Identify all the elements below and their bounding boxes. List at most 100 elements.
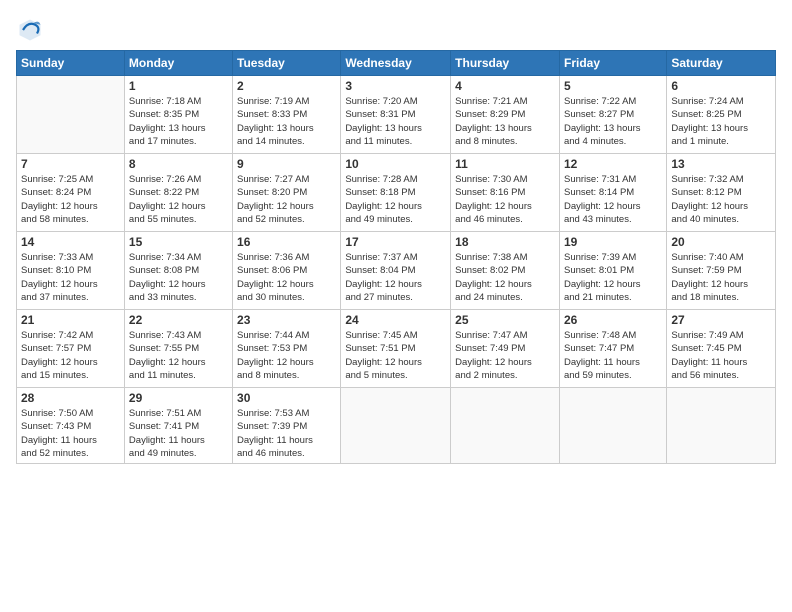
- logo: [16, 16, 48, 44]
- week-row-3: 14 Sunrise: 7:33 AMSunset: 8:10 PMDayligh…: [17, 232, 776, 310]
- week-row-5: 28 Sunrise: 7:50 AMSunset: 7:43 PMDayligh…: [17, 388, 776, 464]
- calendar-cell: 18Sunrise: 7:38 AMSunset: 8:02 PMDayligh…: [451, 232, 560, 310]
- day-info: Sunrise: 7:44 AMSunset: 7:53 PMDaylight:…: [237, 329, 336, 382]
- day-number: 9: [237, 157, 336, 171]
- day-number: 28: [21, 391, 120, 405]
- day-info: Sunrise: 7:18 AMSunset: 8:35 PMDaylight:…: [129, 95, 228, 148]
- calendar-cell: 19 Sunrise: 7:39 AMSunset: 8:01 PMDayligh…: [559, 232, 666, 310]
- calendar-cell: 11 Sunrise: 7:30 AMSunset: 8:16 PMDayligh…: [451, 154, 560, 232]
- day-info: Sunrise: 7:51 AMSunset: 7:41 PMDaylight:…: [129, 407, 228, 460]
- calendar-cell: 29 Sunrise: 7:51 AMSunset: 7:41 PMDayligh…: [124, 388, 232, 464]
- day-info: Sunrise: 7:21 AMSunset: 8:29 PMDaylight:…: [455, 95, 555, 148]
- day-number: 27: [671, 313, 771, 327]
- day-info: Sunrise: 7:47 AMSunset: 7:49 PMDaylight:…: [455, 329, 555, 382]
- day-info: Sunrise: 7:33 AMSunset: 8:10 PMDaylight:…: [21, 251, 120, 304]
- day-number: 8: [129, 157, 228, 171]
- day-info: Sunrise: 7:24 AMSunset: 8:25 PMDaylight:…: [671, 95, 771, 148]
- day-number: 16: [237, 235, 336, 249]
- calendar-cell: 30Sunrise: 7:53 AMSunset: 7:39 PMDayligh…: [233, 388, 341, 464]
- logo-icon: [16, 16, 44, 44]
- calendar-cell: 17Sunrise: 7:37 AMSunset: 8:04 PMDayligh…: [341, 232, 451, 310]
- week-row-2: 7 Sunrise: 7:25 AMSunset: 8:24 PMDaylight…: [17, 154, 776, 232]
- day-info: Sunrise: 7:26 AMSunset: 8:22 PMDaylight:…: [129, 173, 228, 226]
- day-number: 18: [455, 235, 555, 249]
- calendar-cell: [17, 76, 125, 154]
- calendar-cell: [451, 388, 560, 464]
- day-number: 25: [455, 313, 555, 327]
- day-number: 7: [21, 157, 120, 171]
- calendar-cell: [667, 388, 776, 464]
- calendar-cell: 14 Sunrise: 7:33 AMSunset: 8:10 PMDayligh…: [17, 232, 125, 310]
- day-info: Sunrise: 7:37 AMSunset: 8:04 PMDaylight:…: [345, 251, 446, 304]
- page: SundayMondayTuesdayWednesdayThursdayFrid…: [0, 0, 792, 612]
- weekday-friday: Friday: [559, 51, 666, 76]
- calendar-cell: 28 Sunrise: 7:50 AMSunset: 7:43 PMDayligh…: [17, 388, 125, 464]
- weekday-header-row: SundayMondayTuesdayWednesdayThursdayFrid…: [17, 51, 776, 76]
- day-info: Sunrise: 7:20 AMSunset: 8:31 PMDaylight:…: [345, 95, 446, 148]
- day-info: Sunrise: 7:30 AMSunset: 8:16 PMDaylight:…: [455, 173, 555, 226]
- calendar-cell: 1 Sunrise: 7:18 AMSunset: 8:35 PMDaylight…: [124, 76, 232, 154]
- day-number: 19: [564, 235, 662, 249]
- day-info: Sunrise: 7:25 AMSunset: 8:24 PMDaylight:…: [21, 173, 120, 226]
- day-info: Sunrise: 7:49 AMSunset: 7:45 PMDaylight:…: [671, 329, 771, 382]
- day-number: 15: [129, 235, 228, 249]
- weekday-sunday: Sunday: [17, 51, 125, 76]
- day-number: 4: [455, 79, 555, 93]
- calendar-cell: 9Sunrise: 7:27 AMSunset: 8:20 PMDaylight…: [233, 154, 341, 232]
- calendar-cell: 4 Sunrise: 7:21 AMSunset: 8:29 PMDaylight…: [451, 76, 560, 154]
- week-row-4: 21 Sunrise: 7:42 AMSunset: 7:57 PMDayligh…: [17, 310, 776, 388]
- day-info: Sunrise: 7:32 AMSunset: 8:12 PMDaylight:…: [671, 173, 771, 226]
- calendar-cell: 13 Sunrise: 7:32 AMSunset: 8:12 PMDayligh…: [667, 154, 776, 232]
- day-number: 20: [671, 235, 771, 249]
- day-info: Sunrise: 7:19 AMSunset: 8:33 PMDaylight:…: [237, 95, 336, 148]
- calendar-cell: 5 Sunrise: 7:22 AMSunset: 8:27 PMDaylight…: [559, 76, 666, 154]
- day-number: 21: [21, 313, 120, 327]
- calendar-cell: 2 Sunrise: 7:19 AMSunset: 8:33 PMDaylight…: [233, 76, 341, 154]
- calendar-cell: 16 Sunrise: 7:36 AMSunset: 8:06 PMDayligh…: [233, 232, 341, 310]
- day-number: 22: [129, 313, 228, 327]
- calendar-cell: 22 Sunrise: 7:43 AMSunset: 7:55 PMDayligh…: [124, 310, 232, 388]
- day-number: 1: [129, 79, 228, 93]
- calendar-cell: 26 Sunrise: 7:48 AMSunset: 7:47 PMDayligh…: [559, 310, 666, 388]
- day-info: Sunrise: 7:31 AMSunset: 8:14 PMDaylight:…: [564, 173, 662, 226]
- day-number: 23: [237, 313, 336, 327]
- calendar-cell: 15 Sunrise: 7:34 AMSunset: 8:08 PMDayligh…: [124, 232, 232, 310]
- weekday-thursday: Thursday: [451, 51, 560, 76]
- header: [16, 16, 776, 44]
- day-info: Sunrise: 7:48 AMSunset: 7:47 PMDaylight:…: [564, 329, 662, 382]
- weekday-wednesday: Wednesday: [341, 51, 451, 76]
- calendar-cell: 27 Sunrise: 7:49 AMSunset: 7:45 PMDayligh…: [667, 310, 776, 388]
- day-info: Sunrise: 7:42 AMSunset: 7:57 PMDaylight:…: [21, 329, 120, 382]
- calendar-table: SundayMondayTuesdayWednesdayThursdayFrid…: [16, 50, 776, 464]
- weekday-tuesday: Tuesday: [233, 51, 341, 76]
- day-info: Sunrise: 7:22 AMSunset: 8:27 PMDaylight:…: [564, 95, 662, 148]
- day-number: 11: [455, 157, 555, 171]
- calendar-cell: 8 Sunrise: 7:26 AMSunset: 8:22 PMDaylight…: [124, 154, 232, 232]
- calendar-cell: 24 Sunrise: 7:45 AMSunset: 7:51 PMDayligh…: [341, 310, 451, 388]
- day-info: Sunrise: 7:39 AMSunset: 8:01 PMDaylight:…: [564, 251, 662, 304]
- day-info: Sunrise: 7:43 AMSunset: 7:55 PMDaylight:…: [129, 329, 228, 382]
- day-info: Sunrise: 7:40 AMSunset: 7:59 PMDaylight:…: [671, 251, 771, 304]
- day-number: 5: [564, 79, 662, 93]
- day-number: 26: [564, 313, 662, 327]
- day-info: Sunrise: 7:53 AMSunset: 7:39 PMDaylight:…: [237, 407, 336, 460]
- day-number: 2: [237, 79, 336, 93]
- day-info: Sunrise: 7:45 AMSunset: 7:51 PMDaylight:…: [345, 329, 446, 382]
- day-info: Sunrise: 7:36 AMSunset: 8:06 PMDaylight:…: [237, 251, 336, 304]
- day-number: 3: [345, 79, 446, 93]
- day-number: 24: [345, 313, 446, 327]
- weekday-monday: Monday: [124, 51, 232, 76]
- day-info: Sunrise: 7:28 AMSunset: 8:18 PMDaylight:…: [345, 173, 446, 226]
- day-number: 13: [671, 157, 771, 171]
- day-number: 10: [345, 157, 446, 171]
- day-number: 12: [564, 157, 662, 171]
- day-info: Sunrise: 7:34 AMSunset: 8:08 PMDaylight:…: [129, 251, 228, 304]
- day-info: Sunrise: 7:50 AMSunset: 7:43 PMDaylight:…: [21, 407, 120, 460]
- day-number: 29: [129, 391, 228, 405]
- calendar-cell: 21 Sunrise: 7:42 AMSunset: 7:57 PMDayligh…: [17, 310, 125, 388]
- weekday-saturday: Saturday: [667, 51, 776, 76]
- day-number: 14: [21, 235, 120, 249]
- calendar-cell: 25 Sunrise: 7:47 AMSunset: 7:49 PMDayligh…: [451, 310, 560, 388]
- calendar-cell: 12 Sunrise: 7:31 AMSunset: 8:14 PMDayligh…: [559, 154, 666, 232]
- week-row-1: 1 Sunrise: 7:18 AMSunset: 8:35 PMDaylight…: [17, 76, 776, 154]
